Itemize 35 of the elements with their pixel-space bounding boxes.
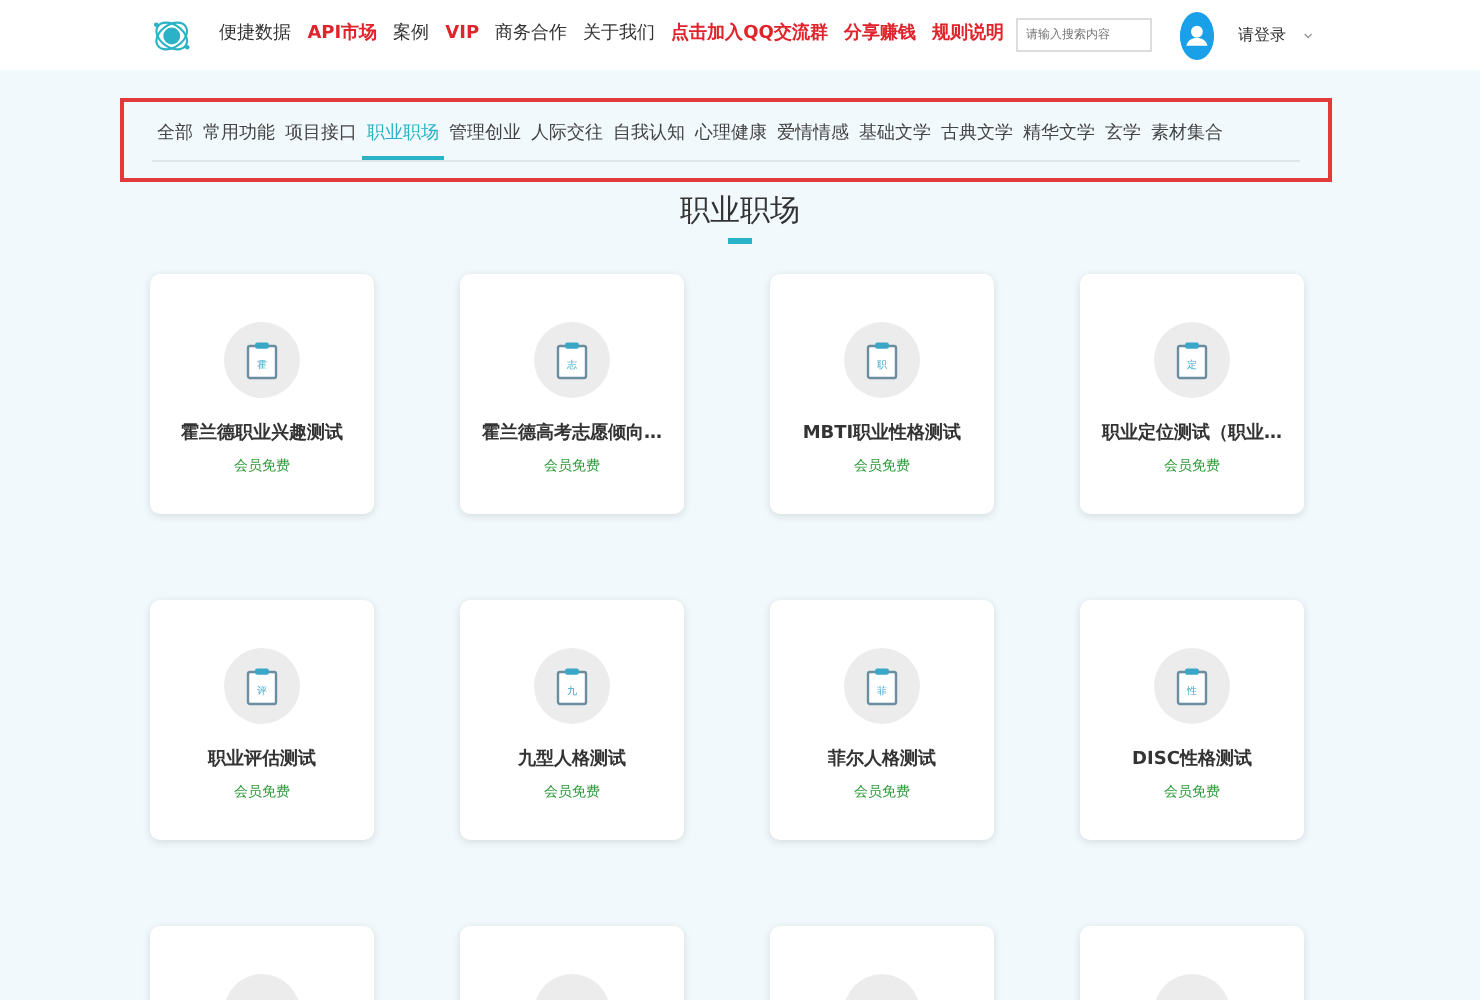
category-tab[interactable]: 基础文学 bbox=[854, 113, 936, 160]
card-title: 霍兰德高考志愿倾向… bbox=[480, 422, 664, 448]
nav-link[interactable]: VIP bbox=[441, 21, 484, 49]
login-link[interactable]: 请登录 bbox=[1237, 23, 1286, 47]
category-tab[interactable]: 精华文学 bbox=[1018, 113, 1100, 160]
category-tab[interactable]: 全部 bbox=[152, 113, 198, 160]
nav-link[interactable]: 规则说明 bbox=[927, 21, 1008, 49]
nav-link[interactable]: API市场 bbox=[303, 21, 382, 49]
category-tab[interactable]: 管理创业 bbox=[444, 113, 526, 160]
nav-link[interactable]: 商务合作 bbox=[491, 21, 572, 49]
category-tab[interactable]: 项目接口 bbox=[280, 113, 362, 160]
card-title: 菲尔人格测试 bbox=[826, 748, 938, 774]
title-underline bbox=[728, 238, 752, 244]
nav-link[interactable]: 关于我们 bbox=[579, 21, 660, 49]
nav-link[interactable]: 点击加入QQ交流群 bbox=[667, 21, 832, 49]
section-title: 职业职场 bbox=[678, 190, 802, 230]
category-tab[interactable]: 古典文学 bbox=[936, 113, 1018, 160]
card-title: DISC性格测试 bbox=[1130, 748, 1254, 774]
chevron-down-icon[interactable] bbox=[1303, 31, 1312, 39]
category-tab[interactable]: 素材集合 bbox=[1146, 113, 1228, 160]
user-avatar-icon[interactable] bbox=[1179, 11, 1214, 59]
card-title: 职业定位测试（职业… bbox=[1099, 422, 1284, 448]
nav-link[interactable]: 案例 bbox=[389, 21, 434, 49]
card-title: 九型人格测试 bbox=[516, 748, 628, 774]
category-tab[interactable]: 常用功能 bbox=[198, 113, 280, 160]
category-tab[interactable]: 自我认知 bbox=[608, 113, 690, 160]
card-title: MBTI职业性格测试 bbox=[800, 422, 964, 448]
category-tab[interactable]: 心理健康 bbox=[690, 113, 772, 160]
nav-link[interactable]: 分享赚钱 bbox=[839, 21, 920, 49]
card-title: 霍兰德职业兴趣测试 bbox=[179, 422, 345, 448]
nav-link[interactable]: 便捷数据 bbox=[215, 21, 296, 49]
category-tab[interactable]: 玄学 bbox=[1100, 113, 1146, 160]
category-tab[interactable]: 爱情情感 bbox=[772, 113, 854, 160]
card-title: 职业评估测试 bbox=[205, 748, 318, 774]
category-tab[interactable]: 人际交往 bbox=[526, 113, 608, 160]
